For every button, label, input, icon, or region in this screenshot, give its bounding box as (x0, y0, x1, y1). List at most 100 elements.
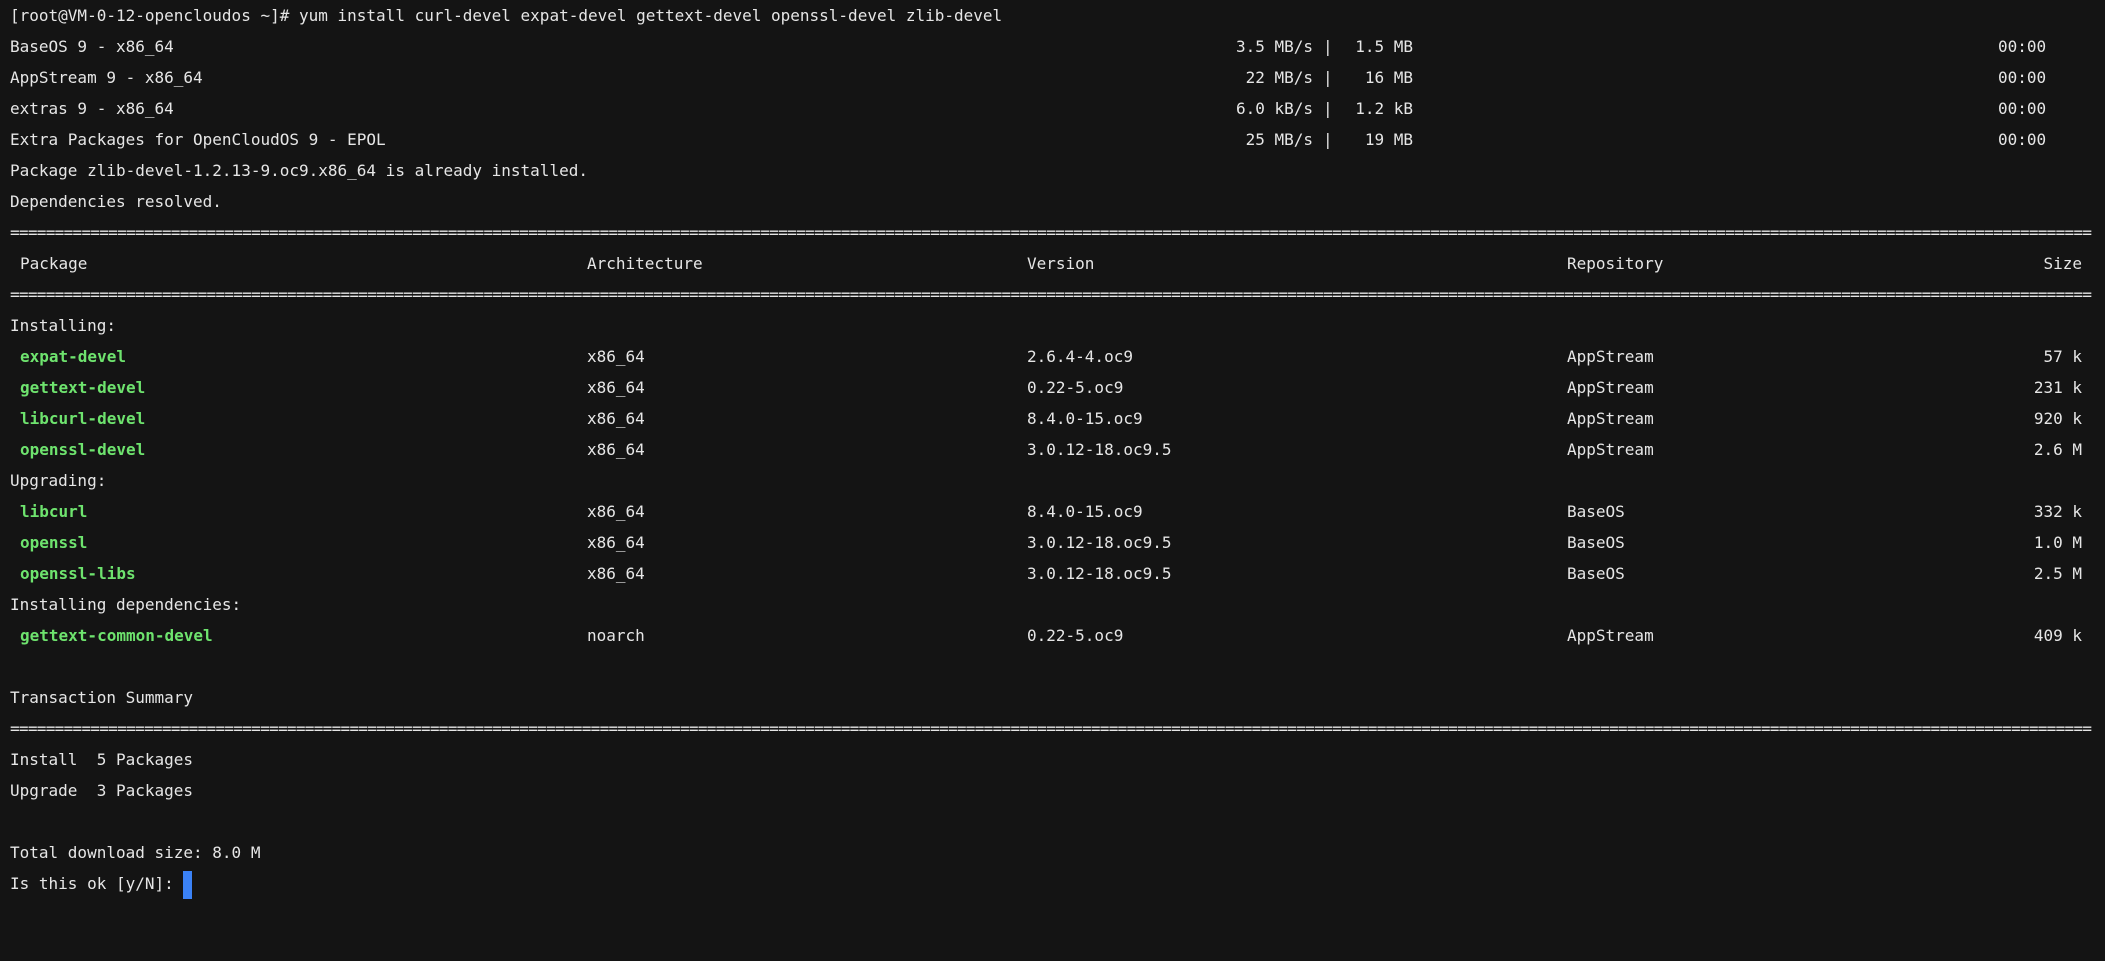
section-title: Upgrading: (0, 465, 2105, 496)
header-size: Size (2043, 254, 2082, 273)
summary-line: Total download size: 8.0 M (0, 837, 2105, 868)
package-name: openssl (20, 533, 88, 552)
repo-speed: 3.5 MB/s (1235, 37, 1313, 56)
package-size: 57 k (2043, 347, 2082, 366)
package-version: 8.4.0-15.oc9 (1027, 502, 1143, 521)
package-name: gettext-devel (20, 378, 146, 397)
package-repo: BaseOS (1567, 502, 1625, 521)
summary-line: Install 5 Packages (0, 744, 2105, 775)
repo-line: Extra Packages for OpenCloudOS 9 - EPOL … (0, 124, 2105, 155)
package-size: 2.5 M (2033, 564, 2082, 583)
status-line: Dependencies resolved. (0, 186, 2105, 217)
repo-name: BaseOS 9 - x86_64 (10, 37, 174, 56)
package-arch: x86_64 (587, 378, 645, 397)
package-version: 0.22-5.oc9 (1027, 378, 1124, 397)
package-size: 1.0 M (2033, 533, 2082, 552)
repo-line: AppStream 9 - x86_64 22 MB/s | 16 MB 00:… (0, 62, 2105, 93)
package-name: expat-devel (20, 347, 126, 366)
package-name: openssl-libs (20, 564, 136, 583)
package-version: 3.0.12-18.oc9.5 (1027, 440, 1172, 459)
header-repository: Repository (1567, 254, 1664, 273)
repo-size: 1.2 kB (1355, 99, 1413, 118)
table-row: libcurl x86_64 8.4.0-15.oc9 BaseOS 332 k (0, 496, 2105, 527)
total-download-size: Total download size: 8.0 M (10, 843, 261, 862)
package-arch: x86_64 (587, 347, 645, 366)
repo-time: 00:00 (1998, 37, 2047, 56)
package-arch: x86_64 (587, 440, 645, 459)
table-row: openssl x86_64 3.0.12-18.oc9.5 BaseOS 1.… (0, 527, 2105, 558)
repo-line: extras 9 - x86_64 6.0 kB/s | 1.2 kB 00:0… (0, 93, 2105, 124)
repo-size: 19 MB (1364, 130, 1413, 149)
package-size: 2.6 M (2033, 440, 2082, 459)
table-row: gettext-devel x86_64 0.22-5.oc9 AppStrea… (0, 372, 2105, 403)
summary-title-line: Transaction Summary (0, 682, 2105, 713)
repo-speed: 25 MB/s (1245, 130, 1313, 149)
repo-time: 00:00 (1998, 68, 2047, 87)
package-version: 8.4.0-15.oc9 (1027, 409, 1143, 428)
header-version: Version (1027, 254, 1095, 273)
repo-speed: 6.0 kB/s (1235, 99, 1313, 118)
package-size: 920 k (2033, 409, 2082, 428)
header-architecture: Architecture (587, 254, 703, 273)
command-text: [root@VM-0-12-opencloudos ~]# yum instal… (10, 6, 1003, 25)
package-arch: noarch (587, 626, 645, 645)
already-installed-message: Package zlib-devel-1.2.13-9.oc9.x86_64 i… (10, 161, 588, 180)
package-name: openssl-devel (20, 440, 146, 459)
table-row: openssl-libs x86_64 3.0.12-18.oc9.5 Base… (0, 558, 2105, 589)
rule-text: ========================================… (10, 285, 2092, 304)
separator-rule: ========================================… (0, 279, 2105, 310)
table-row: expat-devel x86_64 2.6.4-4.oc9 AppStream… (0, 341, 2105, 372)
confirm-prompt: Is this ok [y/N]: (10, 874, 174, 893)
package-size: 409 k (2033, 626, 2082, 645)
repo-name: Extra Packages for OpenCloudOS 9 - EPOL (10, 130, 386, 149)
package-version: 0.22-5.oc9 (1027, 626, 1124, 645)
text-cursor[interactable] (182, 870, 192, 899)
command-line: [root@VM-0-12-opencloudos ~]# yum instal… (0, 0, 2105, 31)
rule-text: ========================================… (10, 223, 2092, 242)
separator-rule: ========================================… (0, 713, 2105, 744)
repo-line: BaseOS 9 - x86_64 3.5 MB/s | 1.5 MB 00:0… (0, 31, 2105, 62)
section-dependencies-title: Installing dependencies: (10, 595, 242, 614)
section-title: Installing: (0, 310, 2105, 341)
repo-time: 00:00 (1998, 99, 2047, 118)
package-name: libcurl (20, 502, 88, 521)
upgrade-count: Upgrade 3 Packages (10, 781, 194, 800)
terminal-window[interactable]: [root@VM-0-12-opencloudos ~]# yum instal… (0, 0, 2105, 925)
package-repo: AppStream (1567, 347, 1654, 366)
package-arch: x86_64 (587, 502, 645, 521)
repo-size: 16 MB (1364, 68, 1413, 87)
package-repo: AppStream (1567, 626, 1654, 645)
repo-name: extras 9 - x86_64 (10, 99, 174, 118)
table-row: libcurl-devel x86_64 8.4.0-15.oc9 AppStr… (0, 403, 2105, 434)
package-repo: AppStream (1567, 440, 1654, 459)
package-name: gettext-common-devel (20, 626, 213, 645)
section-title: Installing dependencies: (0, 589, 2105, 620)
header-package: Package (20, 254, 88, 273)
separator-rule: ========================================… (0, 217, 2105, 248)
package-arch: x86_64 (587, 409, 645, 428)
confirm-prompt-wrap[interactable]: Is this ok [y/N]: (10, 868, 192, 899)
section-installing-title: Installing: (10, 316, 116, 335)
table-header: Package Architecture Version Repository … (0, 248, 2105, 279)
status-line: Package zlib-devel-1.2.13-9.oc9.x86_64 i… (0, 155, 2105, 186)
package-version: 2.6.4-4.oc9 (1027, 347, 1133, 366)
install-count: Install 5 Packages (10, 750, 194, 769)
repo-name: AppStream 9 - x86_64 (10, 68, 203, 87)
package-repo: AppStream (1567, 409, 1654, 428)
package-name: libcurl-devel (20, 409, 146, 428)
dependencies-resolved-message: Dependencies resolved. (10, 192, 222, 211)
package-version: 3.0.12-18.oc9.5 (1027, 533, 1172, 552)
summary-line: Upgrade 3 Packages (0, 775, 2105, 806)
repo-size: 1.5 MB (1355, 37, 1413, 56)
package-arch: x86_64 (587, 564, 645, 583)
repo-time: 00:00 (1998, 130, 2047, 149)
table-row: openssl-devel x86_64 3.0.12-18.oc9.5 App… (0, 434, 2105, 465)
package-arch: x86_64 (587, 533, 645, 552)
package-size: 332 k (2033, 502, 2082, 521)
confirm-line[interactable]: Is this ok [y/N]: (0, 868, 2105, 899)
package-repo: AppStream (1567, 378, 1654, 397)
package-repo: BaseOS (1567, 533, 1625, 552)
rule-text: ========================================… (10, 719, 2092, 738)
transaction-summary-title: Transaction Summary (10, 688, 194, 707)
package-repo: BaseOS (1567, 564, 1625, 583)
